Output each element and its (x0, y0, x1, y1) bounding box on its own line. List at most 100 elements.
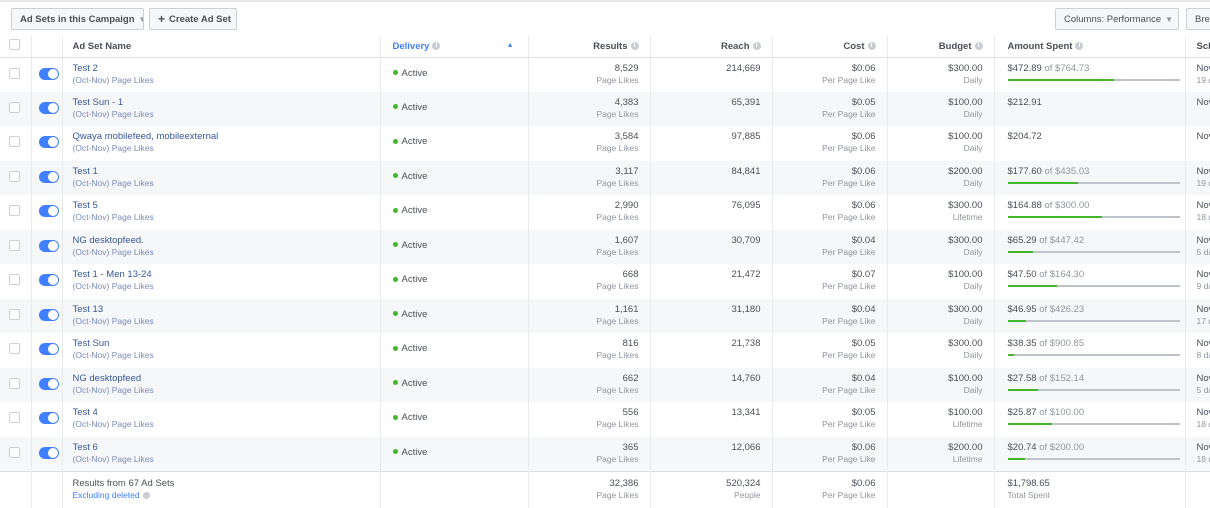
budget-cell[interactable]: $200.00 Lifetime (887, 436, 995, 471)
info-icon[interactable]: i (432, 42, 441, 51)
ad-set-name-link[interactable]: Test 2 (73, 63, 98, 74)
column-header-amount-spent[interactable]: Amount Spent i (994, 36, 1186, 58)
column-header-name[interactable]: Ad Set Name (62, 36, 381, 58)
table-row[interactable]: Test Sun - 1 (Oct-Nov) Page Likes Active 4,… (0, 91, 1210, 126)
row-checkbox[interactable] (9, 412, 20, 423)
campaign-name-link[interactable]: (Oct-Nov) Page Likes (73, 281, 374, 291)
table-row[interactable]: Qwaya mobilefeed, mobileexternal (Oct-Nov… (0, 126, 1210, 161)
ad-set-status-toggle[interactable] (38, 412, 59, 424)
table-row[interactable]: Test 13 (Oct-Nov) Page Likes Active 1,161 Pa… (0, 298, 1210, 333)
info-icon[interactable] (142, 491, 150, 499)
campaign-name-link[interactable]: (Oct-Nov) Page Likes (73, 316, 374, 326)
ad-set-status-toggle[interactable] (38, 136, 59, 148)
info-icon[interactable]: i (752, 42, 761, 51)
ad-set-name-link[interactable]: Test 1 (73, 166, 98, 177)
ad-set-name-link[interactable]: Test Sun - 1 (73, 97, 124, 108)
budget-cell[interactable]: $300.00 Daily (887, 333, 995, 368)
ad-set-name-link[interactable]: Test 13 (73, 304, 104, 315)
column-header-schedule[interactable]: Schedule (1185, 36, 1210, 58)
budget-cell[interactable]: $300.00 Daily (887, 229, 995, 264)
row-checkbox[interactable] (9, 446, 20, 458)
row-checkbox[interactable] (9, 308, 20, 320)
row-checkbox[interactable] (9, 239, 20, 251)
ad-set-name-link[interactable]: Test 4 (73, 407, 98, 418)
ad-set-status-toggle[interactable] (38, 170, 59, 183)
ad-set-status-toggle[interactable] (38, 308, 59, 321)
campaign-name-link[interactable]: (Oct-Nov) Page Likes (73, 247, 374, 257)
excluding-deleted-link[interactable]: Excluding deleted (73, 490, 374, 500)
ad-set-name-link[interactable]: NG desktopfeed (73, 373, 142, 384)
ad-set-name-link[interactable]: Test 6 (73, 442, 98, 453)
ad-set-status-toggle[interactable] (38, 446, 59, 459)
ad-set-name-link[interactable]: Test 5 (73, 200, 98, 211)
row-checkbox[interactable] (9, 343, 20, 354)
ad-set-name-link[interactable]: NG desktopfeed. (73, 235, 144, 246)
campaign-name-link[interactable]: (Oct-Nov) Page Likes (73, 178, 374, 188)
table-row[interactable]: Test Sun (Oct-Nov) Page Likes Active 816 Pag… (0, 333, 1210, 368)
table-row[interactable]: NG desktopfeed. (Oct-Nov) Page Likes Activ… (0, 229, 1210, 264)
budget-cell[interactable]: $300.00 Lifetime (887, 195, 995, 230)
select-all-checkbox[interactable] (9, 39, 20, 51)
budget-cell[interactable]: $100.00 Daily (887, 367, 995, 402)
row-checkbox[interactable] (9, 67, 20, 79)
column-header-budget[interactable]: Budget i (887, 36, 995, 58)
ad-set-name-link[interactable]: Qwaya mobilefeed, mobileexternal (73, 131, 219, 142)
table-row[interactable]: Test 2 (Oct-Nov) Page Likes Active 8,529 Pag… (0, 57, 1210, 92)
spend-progress-bar (1007, 78, 1180, 81)
ad-set-status-toggle[interactable] (38, 343, 59, 355)
table-row[interactable]: NG desktopfeed (Oct-Nov) Page Likes Active… (0, 367, 1210, 402)
create-ad-set-button[interactable]: + Create Ad Set (149, 8, 237, 30)
budget-cell[interactable]: $300.00 Daily (887, 298, 995, 333)
table-row[interactable]: Test 6 (Oct-Nov) Page Likes Active 365 Page … (0, 436, 1210, 471)
columns-dropdown[interactable]: Columns: Performance ▼ (1055, 8, 1179, 30)
row-checkbox[interactable] (9, 170, 20, 182)
row-checkbox[interactable] (9, 205, 20, 216)
plus-icon: + (158, 12, 166, 26)
info-icon[interactable]: i (630, 42, 639, 51)
campaign-name-link[interactable]: (Oct-Nov) Page Likes (73, 385, 374, 395)
campaign-name-link[interactable]: (Oct-Nov) Page Likes (73, 454, 374, 464)
schedule-cell: Nov 12,9 days (1185, 264, 1210, 299)
breakdown-button[interactable]: Brea (1186, 8, 1210, 30)
row-checkbox[interactable] (9, 274, 20, 285)
ad-set-name-link[interactable]: Test 1 - Men 13-24 (73, 269, 152, 280)
row-checkbox[interactable] (9, 101, 20, 113)
budget-cell[interactable]: $300.00 Daily (887, 57, 995, 92)
ad-set-status-toggle[interactable] (38, 101, 59, 114)
ad-set-status-toggle[interactable] (38, 377, 59, 390)
column-header-cost[interactable]: Cost i (772, 36, 888, 58)
column-header-results[interactable]: Results i (528, 36, 651, 58)
budget-cell[interactable]: $100.00 Lifetime (887, 402, 995, 437)
info-icon[interactable]: i (974, 42, 983, 51)
ad-set-status-toggle[interactable] (38, 274, 59, 286)
campaign-name-link[interactable]: (Oct-Nov) Page Likes (73, 419, 374, 429)
select-all-header[interactable] (0, 36, 32, 58)
row-checkbox[interactable] (9, 136, 20, 147)
sort-ascending-icon[interactable]: ▲ (507, 42, 514, 49)
table-row[interactable]: Test 1 - Men 13-24 (Oct-Nov) Page Likes Ac… (0, 264, 1210, 299)
column-header-reach[interactable]: Reach i (650, 36, 773, 58)
ad-set-status-toggle[interactable] (38, 239, 59, 252)
budget-cell[interactable]: $100.00 Daily (887, 264, 995, 299)
campaign-name-link[interactable]: (Oct-Nov) Page Likes (73, 350, 374, 360)
budget-cell[interactable]: $100.00 Daily (887, 91, 995, 126)
info-icon[interactable]: i (867, 42, 876, 51)
table-row[interactable]: Test 5 (Oct-Nov) Page Likes Active 2,990 Pag… (0, 195, 1210, 230)
budget-cell[interactable]: $200.00 Daily (887, 160, 995, 195)
budget-cell[interactable]: $100.00 Daily (887, 126, 995, 161)
campaign-name-link[interactable]: (Oct-Nov) Page Likes (73, 75, 374, 85)
campaign-name-link[interactable]: (Oct-Nov) Page Likes (73, 143, 374, 153)
info-icon[interactable]: i (1075, 42, 1084, 51)
table-row[interactable]: Test 4 (Oct-Nov) Page Likes Active 556 Page … (0, 402, 1210, 437)
table-row[interactable]: Test 1 (Oct-Nov) Page Likes Active 3,117 Pag… (0, 160, 1210, 195)
campaign-name-link[interactable]: (Oct-Nov) Page Likes (73, 109, 374, 119)
ad-set-status-toggle[interactable] (38, 205, 59, 217)
column-header-delivery[interactable]: Delivery i ▲ (380, 36, 529, 58)
delivery-cell: Active (380, 229, 529, 264)
ad-set-name-link[interactable]: Test Sun (73, 338, 110, 349)
ad-set-status-toggle[interactable] (38, 67, 59, 80)
row-checkbox[interactable] (9, 377, 20, 389)
totals-schedule (1185, 470, 1210, 508)
campaign-name-link[interactable]: (Oct-Nov) Page Likes (73, 212, 374, 222)
adsets-filter-dropdown[interactable]: Ad Sets in this Campaign ▼ (11, 8, 144, 30)
